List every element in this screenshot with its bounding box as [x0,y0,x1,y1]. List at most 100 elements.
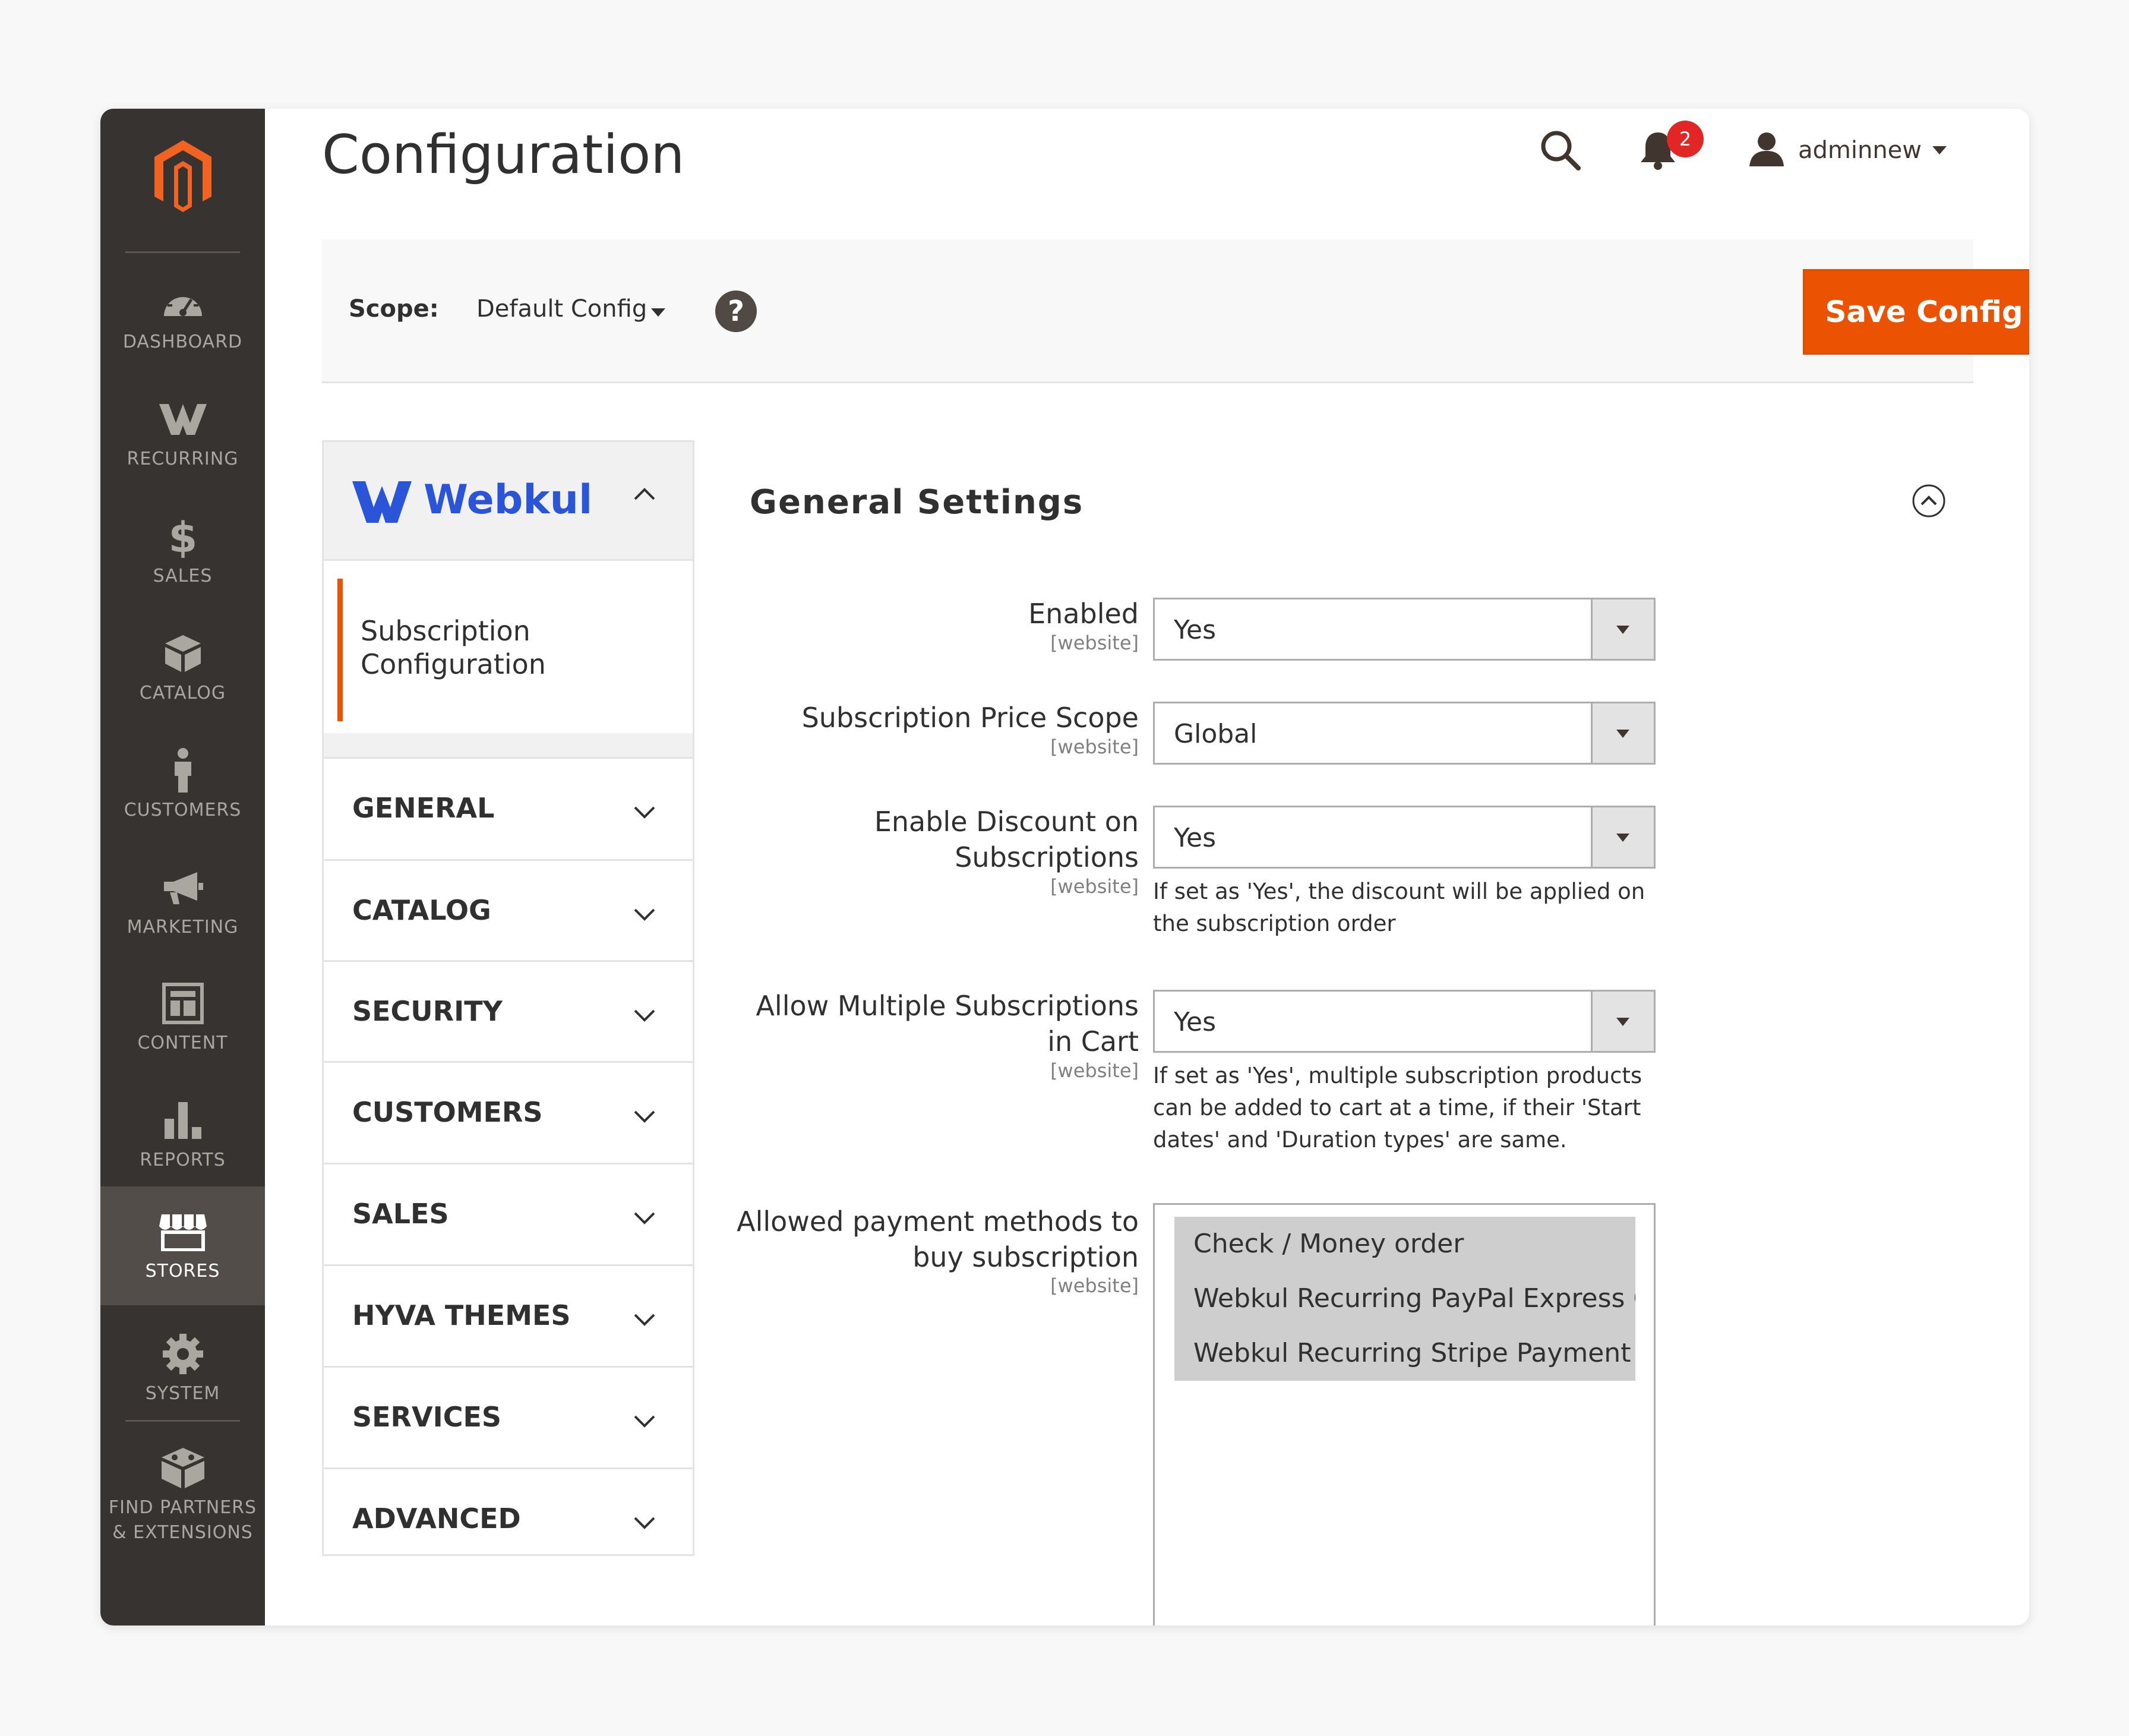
sidebar-item-sales[interactable]: $ SALES [100,491,265,604]
sidebar-item-find-partners[interactable]: FIND PARTNERS & EXTENSIONS [100,1423,265,1560]
select-toggle[interactable] [1591,703,1654,763]
gear-icon [162,1329,204,1379]
save-config-button[interactable]: Save Config [1803,269,2029,355]
sidebar-divider [125,251,240,253]
help-icon[interactable]: ? [715,291,757,332]
page-title: Configuration [322,124,685,186]
chevron-down-icon[interactable] [651,308,665,317]
field-scope: [website] [1050,1059,1139,1082]
enabled-select[interactable]: Yes [1153,598,1656,661]
enable-discount-select[interactable]: Yes [1153,806,1656,869]
section-title: General Settings [750,483,1084,522]
sidebar-label: SYSTEM [145,1383,220,1404]
field-label-payment-methods: Allowed payment methods to buy subscript… [737,1205,1139,1273]
field-scope: [website] [1050,1274,1139,1297]
scope-switcher[interactable]: Default Config [476,295,647,323]
chevron-down-icon [1932,146,1947,154]
field-note: If set as 'Yes', the discount will be ap… [1153,879,1645,936]
price-scope-select[interactable]: Global [1153,702,1656,765]
field-note: If set as 'Yes', multiple subscription p… [1153,1063,1642,1153]
tab-section-general[interactable]: GENERAL [324,757,693,859]
bar-chart-icon [163,1096,203,1145]
sidebar-label: RECURRING [127,449,239,469]
caret-down-icon [1616,730,1629,738]
store-icon [158,1207,208,1257]
sidebar-label: MARKETING [127,917,239,938]
tab-section-label: GENERAL [352,792,495,824]
tab-section-hyva-themes[interactable]: HYVA THEMES [324,1264,693,1366]
sidebar-item-system[interactable]: SYSTEM [100,1309,265,1422]
user-name: adminnew [1798,137,1922,164]
select-value: Yes [1174,1007,1217,1037]
chevron-down-icon [634,1314,655,1326]
dashboard-icon [162,277,204,327]
tab-section-services[interactable]: SERVICES [324,1366,693,1468]
collapse-section-icon[interactable] [1911,483,1947,519]
user-icon [1748,131,1785,170]
sidebar-item-catalog[interactable]: CATALOG [100,608,265,721]
tab-section-security[interactable]: SECURITY [324,960,693,1062]
field-label-enabled: Enabled [1028,598,1139,630]
payment-option[interactable]: Webkul Recurring Stripe Payment Method [1174,1326,1635,1381]
payment-methods-multiselect[interactable]: Check / Money order Webkul Recurring Pay… [1153,1203,1656,1625]
select-toggle[interactable] [1591,807,1654,867]
sidebar-label: DASHBOARD [122,332,243,352]
webkul-w-icon [158,394,208,444]
field-label-price-scope: Subscription Price Scope [801,702,1139,734]
notifications-count-badge: 2 [1667,121,1704,157]
field-label-enable-discount: Enable Discount on Subscriptions [874,806,1139,873]
field-scope: [website] [1050,736,1139,758]
select-toggle[interactable] [1591,992,1654,1051]
tab-section-label: HYVA THEMES [352,1299,571,1331]
tab-section-catalog[interactable]: CATALOG [324,859,693,961]
tab-group-webkul[interactable]: Webkul [324,442,693,561]
sidebar-label: FIND PARTNERS & EXTENSIONS [108,1497,257,1543]
sidebar-label: CUSTOMERS [124,800,242,820]
sidebar-item-dashboard[interactable]: DASHBOARD [100,257,265,370]
tab-section-customers[interactable]: CUSTOMERS [324,1061,693,1163]
tab-section-label: ADVANCED [352,1503,521,1535]
sidebar-divider [125,1420,240,1422]
sidebar-item-marketing[interactable]: MARKETING [100,842,265,955]
tab-section-sales[interactable]: SALES [324,1163,693,1265]
tab-separator [324,733,693,757]
admin-window: DASHBOARD RECURRING $ SALES CATALOG CUST… [100,109,2029,1625]
dollar-icon: $ [168,512,198,561]
payment-option[interactable]: Check / Money order [1174,1217,1635,1271]
sidebar-item-content[interactable]: CONTENT [100,958,265,1071]
user-menu[interactable]: adminnew [1748,127,1947,174]
tab-section-label: CUSTOMERS [352,1096,543,1128]
megaphone-icon [162,863,204,913]
tab-section-label: CATALOG [352,894,491,926]
field-scope: [website] [1050,632,1139,654]
sidebar-item-customers[interactable]: CUSTOMERS [100,725,265,838]
select-toggle[interactable] [1591,599,1654,659]
magento-logo[interactable] [100,137,265,226]
chevron-down-icon [634,806,655,819]
layout-icon [162,979,204,1028]
chevron-down-icon [634,1110,655,1123]
field-scope: [website] [1050,875,1139,898]
select-value: Global [1174,719,1258,749]
tab-item-subscription-configuration[interactable]: Subscription Configuration [337,579,693,721]
chevron-down-icon [634,1415,655,1428]
sidebar-label: CONTENT [137,1033,228,1053]
person-icon [170,746,196,796]
sidebar-item-recurring[interactable]: RECURRING [100,374,265,487]
caret-down-icon [1616,834,1629,842]
sidebar-item-reports[interactable]: REPORTS [100,1075,265,1188]
chevron-down-icon [634,1517,655,1529]
chevron-down-icon [634,1009,655,1022]
field-label-allow-multiple: Allow Multiple Subscriptions in Cart [756,990,1139,1058]
box-icon [164,629,202,678]
webkul-logo-icon [352,481,414,525]
scope-label: Scope: [349,295,439,323]
sidebar-item-stores[interactable]: STORES [100,1186,265,1305]
sidebar-label: CATALOG [139,683,226,703]
tab-section-label: SERVICES [352,1401,502,1433]
tab-section-label: SECURITY [352,995,503,1027]
search-icon[interactable] [1537,127,1584,174]
payment-option[interactable]: Webkul Recurring PayPal Express Checkout [1174,1271,1635,1326]
allow-multiple-select[interactable]: Yes [1153,990,1656,1053]
tab-section-advanced[interactable]: ADVANCED [324,1467,693,1554]
